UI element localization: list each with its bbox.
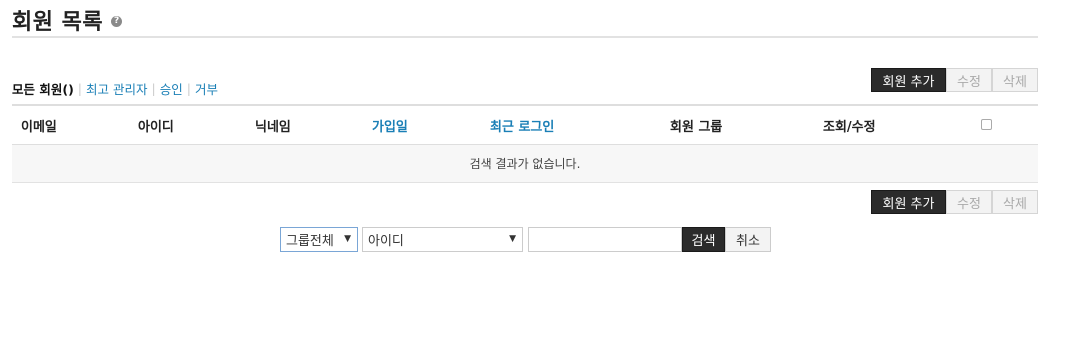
top-action-buttons: 회원 추가 수정 삭제 [871, 68, 1038, 92]
dropdown-arrow-icon: ▼ [509, 234, 516, 244]
member-filters: 모든 회원() | 최고 관리자 | 승인 | 거부 [12, 79, 218, 98]
add-member-button[interactable]: 회원 추가 [871, 190, 946, 214]
filter-separator: | [151, 81, 156, 96]
column-nickname: 닉네임 [255, 119, 291, 135]
page-title: 회원 목록 [12, 10, 104, 35]
column-id: 아이디 [138, 119, 174, 135]
dropdown-arrow-icon: ▼ [344, 234, 351, 244]
search-input[interactable] [528, 227, 682, 252]
table-header: 이메일 아이디 닉네임 가입일 최근 로그인 회원 그룹 조회/수정 [12, 104, 1038, 145]
edit-button[interactable]: 수정 [946, 190, 992, 214]
cancel-search-button[interactable]: 취소 [725, 227, 771, 252]
empty-result-row: 검색 결과가 없습니다. [12, 145, 1038, 183]
member-table: 이메일 아이디 닉네임 가입일 최근 로그인 회원 그룹 조회/수정 검색 결과… [12, 104, 1038, 183]
title-divider [12, 36, 1038, 38]
filter-all-members[interactable]: 모든 회원() [12, 79, 74, 98]
search-bar: 그룹전체 ▼ 아이디 ▼ 검색 취소 [280, 227, 771, 252]
filter-separator: | [186, 81, 191, 96]
delete-button[interactable]: 삭제 [992, 68, 1038, 92]
filter-rejected[interactable]: 거부 [195, 79, 218, 98]
column-last-login[interactable]: 최근 로그인 [490, 106, 554, 144]
add-member-button[interactable]: 회원 추가 [871, 68, 946, 92]
help-icon[interactable]: ? [111, 16, 123, 27]
column-member-group: 회원 그룹 [670, 119, 723, 135]
search-field-value: 아이디 [368, 234, 404, 249]
filter-super-admin[interactable]: 최고 관리자 [86, 79, 147, 98]
edit-button[interactable]: 수정 [946, 68, 992, 92]
column-join-date[interactable]: 가입일 [372, 106, 408, 144]
group-select[interactable]: 그룹전체 ▼ [280, 227, 358, 252]
page-header: 회원 목록 ? [12, 4, 123, 36]
delete-button[interactable]: 삭제 [992, 190, 1038, 214]
column-email: 이메일 [21, 119, 57, 135]
column-view-edit: 조회/수정 [823, 119, 876, 135]
empty-result-message: 검색 결과가 없습니다. [469, 157, 581, 171]
filter-separator: | [77, 81, 82, 96]
select-all-checkbox[interactable] [981, 119, 992, 130]
bottom-action-buttons: 회원 추가 수정 삭제 [871, 190, 1038, 214]
search-button[interactable]: 검색 [682, 227, 725, 252]
group-select-value: 그룹전체 [286, 234, 334, 249]
search-field-select[interactable]: 아이디 ▼ [362, 227, 523, 252]
filter-approved[interactable]: 승인 [160, 79, 183, 98]
member-list-page: 회원 목록 ? 모든 회원() | 최고 관리자 | 승인 | 거부 회원 추가… [12, 0, 1038, 350]
